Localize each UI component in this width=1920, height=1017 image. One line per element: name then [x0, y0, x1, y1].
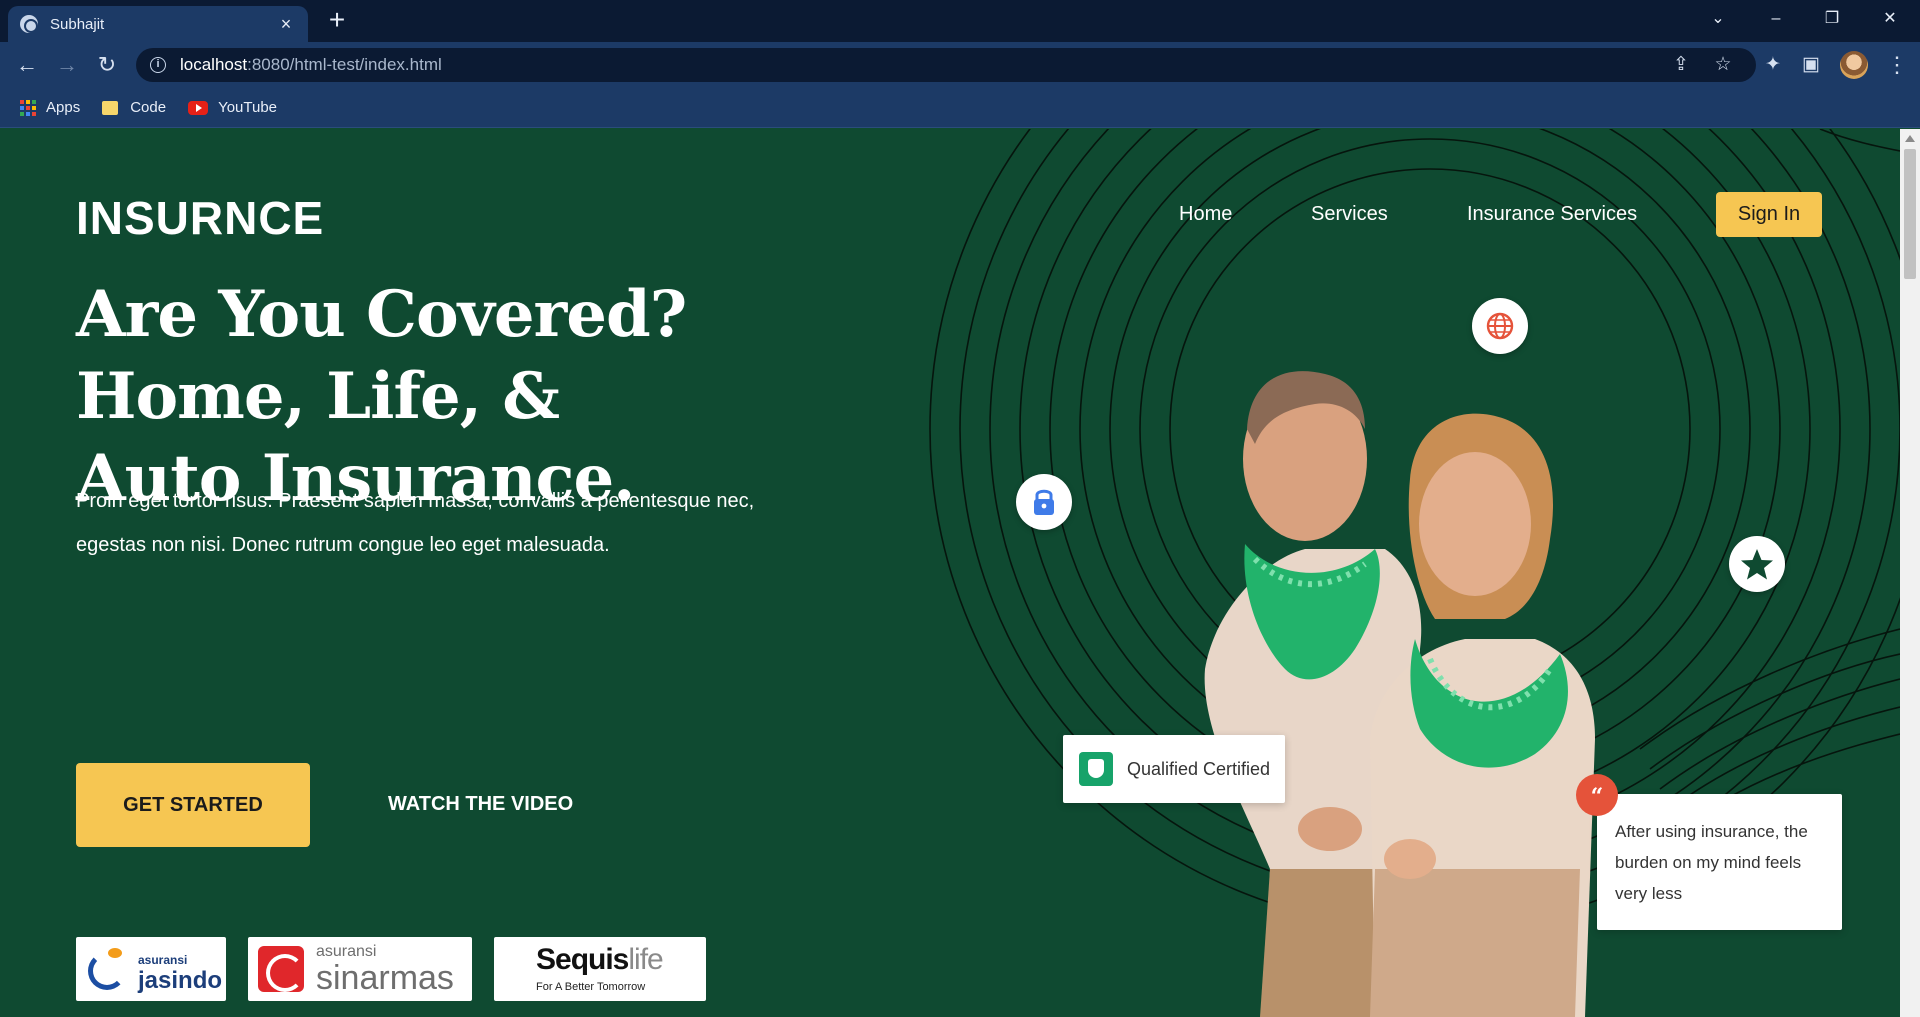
bookmark-label: Apps [46, 99, 81, 116]
nav-home[interactable]: Home [1179, 203, 1232, 226]
bookmarks-bar: Apps Code YouTube [0, 88, 1920, 128]
close-window-icon[interactable]: ✕ [1866, 0, 1914, 38]
get-started-button[interactable]: GET STARTED [76, 763, 310, 847]
tab-title: Subhajit [50, 15, 105, 33]
url-path: :8080/html-test/index.html [247, 55, 442, 74]
forward-arrow-icon[interactable]: → [52, 50, 82, 80]
partner-name: jasindo [138, 967, 223, 994]
sequis-brand: Sequis [536, 943, 629, 976]
profile-avatar[interactable] [1840, 51, 1868, 79]
page-scrollbar[interactable] [1900, 129, 1920, 1017]
page-viewport: INSURNCE Home Services Insurance Service… [0, 129, 1900, 1017]
bookmark-apps[interactable]: Apps [20, 99, 80, 116]
browser-tabstrip: Subhajit × + ⌄ – ❐ ✕ [0, 0, 1920, 42]
share-icon[interactable]: ⇪ [1668, 52, 1694, 78]
testimonial-text: After using insurance, the burden on my … [1615, 822, 1808, 903]
shield-check-icon [1079, 752, 1113, 786]
tab-search-chevron-icon[interactable]: ⌄ [1694, 0, 1742, 38]
nav-insurance-services[interactable]: Insurance Services [1467, 203, 1637, 226]
reload-icon[interactable]: ↻ [92, 50, 122, 80]
bookmark-youtube[interactable]: YouTube [188, 99, 277, 116]
site-logo[interactable]: INSURNCE [76, 191, 324, 245]
sign-in-button[interactable]: Sign In [1716, 192, 1822, 237]
bookmark-star-icon[interactable]: ☆ [1710, 52, 1736, 78]
qualified-certified-card: Qualified Certified [1063, 735, 1285, 803]
apps-grid-icon [20, 99, 36, 116]
folder-icon [102, 100, 119, 115]
globe-icon [1472, 298, 1528, 354]
jasindo-mark-icon [84, 946, 130, 992]
url-host: localhost [180, 55, 248, 74]
certified-label: Qualified Certified [1127, 758, 1271, 779]
testimonial-card: After using insurance, the burden on my … [1597, 794, 1842, 930]
headline-line-2: Home, Life, & [76, 359, 560, 434]
scroll-thumb[interactable] [1904, 149, 1916, 279]
partner-name: sinarmas [316, 959, 454, 997]
partner-logo-sequis: Sequislife For A Better Tomorrow [494, 937, 706, 1001]
bookmark-label: YouTube [218, 99, 278, 116]
browser-tab[interactable]: Subhajit × [8, 6, 308, 42]
watch-video-link[interactable]: WATCH THE VIDEO [388, 793, 573, 816]
partner-name: Sequislife [536, 943, 664, 977]
sequis-suffix: life [628, 943, 663, 976]
partner-logo-sinarmas: asuransi sinarmas [248, 937, 472, 1001]
browser-toolbar: ← → ↻ i localhost:8080/html-test/index.h… [0, 42, 1920, 88]
youtube-icon [188, 100, 209, 115]
side-panel-icon[interactable]: ▣ [1798, 52, 1824, 78]
scroll-up-arrow-icon[interactable] [1905, 135, 1915, 142]
headline-line-1: Are You Covered? [76, 277, 687, 352]
lock-icon [1016, 474, 1072, 530]
partner-small-text: asuransi [138, 953, 188, 967]
site-info-icon[interactable]: i [150, 57, 166, 73]
star-icon [1729, 536, 1785, 592]
back-arrow-icon[interactable]: ← [12, 50, 42, 80]
address-bar[interactable]: i localhost:8080/html-test/index.html [136, 48, 1756, 82]
quote-icon: “ [1576, 774, 1618, 816]
minimize-icon[interactable]: – [1752, 0, 1800, 38]
browser-menu-icon[interactable]: ⋮ [1886, 50, 1908, 80]
hero-lead-text: Proin eget tortor risus. Praesent sapien… [76, 490, 755, 556]
tab-close-icon[interactable]: × [276, 14, 296, 35]
bookmark-code[interactable]: Code [102, 99, 166, 116]
extensions-puzzle-icon[interactable]: ✦ [1760, 52, 1786, 78]
sinarmas-mark-icon [258, 946, 304, 992]
nav-services[interactable]: Services [1311, 203, 1388, 226]
new-tab-button[interactable]: + [322, 6, 352, 36]
partner-logo-jasindo: asuransi jasindo [76, 937, 226, 1001]
restore-icon[interactable]: ❐ [1808, 0, 1856, 38]
partner-tagline: For A Better Tomorrow [536, 981, 646, 993]
globe-favicon-icon [20, 15, 38, 33]
bookmark-label: Code [130, 99, 167, 116]
